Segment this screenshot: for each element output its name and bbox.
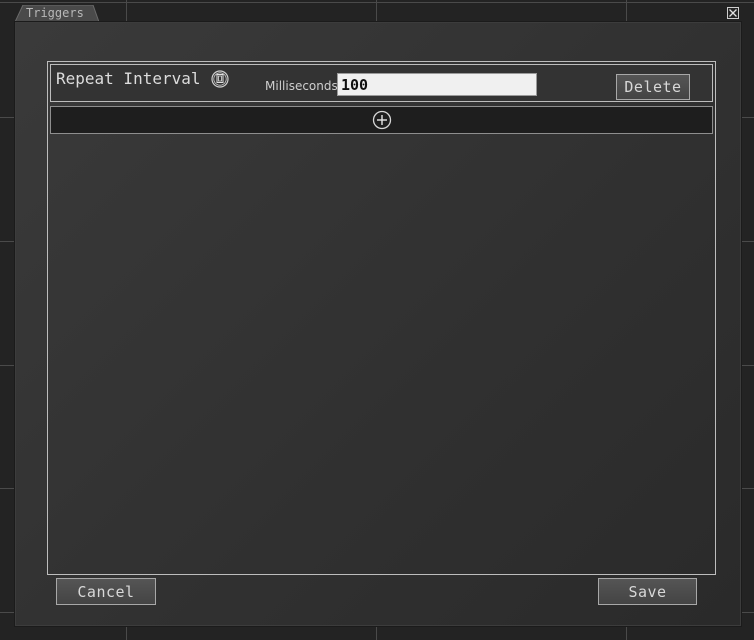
window-title-tab: Triggers bbox=[15, 5, 99, 22]
trigger-row: Repeat Interval Milliseconds Delete bbox=[50, 64, 713, 102]
delete-button[interactable]: Delete bbox=[616, 74, 690, 100]
milliseconds-input[interactable] bbox=[337, 73, 537, 96]
copy-icon[interactable] bbox=[211, 70, 229, 88]
triggers-panel: Repeat Interval Milliseconds Delete bbox=[47, 61, 716, 575]
close-icon bbox=[729, 9, 737, 17]
trigger-name: Repeat Interval bbox=[56, 69, 201, 88]
milliseconds-label: Milliseconds bbox=[265, 79, 338, 93]
plus-circle-icon bbox=[372, 110, 391, 130]
add-trigger-button[interactable] bbox=[50, 106, 713, 134]
close-button[interactable] bbox=[727, 7, 739, 19]
cancel-button[interactable]: Cancel bbox=[56, 578, 156, 605]
window-title: Triggers bbox=[26, 6, 84, 20]
save-button[interactable]: Save bbox=[598, 578, 697, 605]
triggers-window: Repeat Interval Milliseconds Delete Canc… bbox=[15, 22, 741, 626]
